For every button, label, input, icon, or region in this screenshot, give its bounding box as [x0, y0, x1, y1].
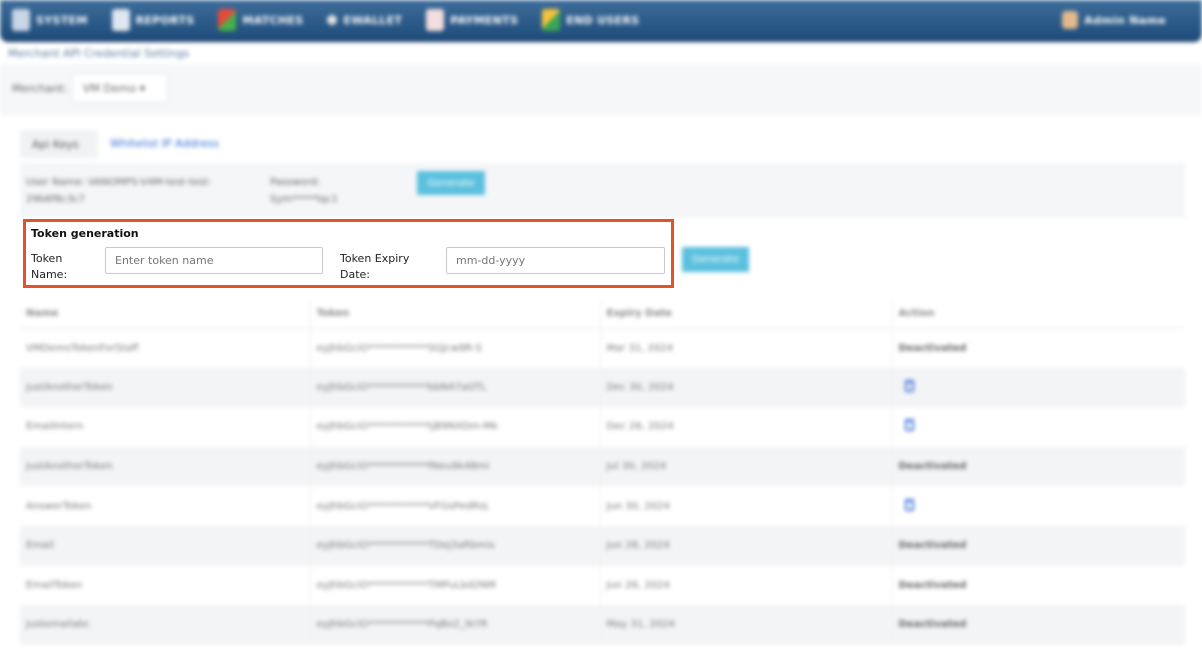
matches-icon — [218, 9, 237, 31]
nav-matches[interactable]: MATCHES — [206, 0, 315, 41]
table-row: Email eyJhbGciO************TDeJ3aRbmis J… — [20, 525, 1185, 566]
merchant-select[interactable]: VM Demo ▾ — [72, 73, 168, 103]
credentials-generate-button[interactable]: Generate — [417, 171, 485, 195]
token-expiry-label: Token Expiry Date: — [340, 252, 410, 281]
nav-label: SYSTEM — [36, 13, 88, 27]
credential-username: User Name: VANOMPS-V4M-test-test- 29b6f8… — [26, 174, 266, 208]
username-line-1: User Name: VANOMPS-V4M-test-test- — [26, 177, 212, 188]
table-row: EmailIntern eyJhbGciO************tjB9NXD… — [20, 407, 1185, 447]
nav-label: MATCHES — [242, 13, 304, 27]
table-row: Justemailabc eyJhbGciO************PqBo2_… — [20, 605, 1185, 645]
page-title: Merchant API Credential Settings — [8, 47, 190, 60]
user-menu[interactable]: Admin Name — [1050, 0, 1178, 41]
cell-token: eyJhbGciO************VFGsPedRsL — [309, 486, 600, 526]
delete-icon[interactable] — [904, 498, 914, 511]
nav-ewallet[interactable]: EWALLET — [315, 0, 414, 41]
table-header-row: Name Token Expiry Date Action — [20, 300, 1185, 329]
table-row: EmailToken eyJhbGciO************TMPuLbd2… — [20, 565, 1185, 606]
chevron-down-icon: ▾ — [139, 82, 146, 95]
table-row: VMDemoTokenForStaff eyJhbGciO***********… — [20, 328, 1185, 368]
cell-expiry: Mar 31, 2024 — [599, 328, 892, 368]
cell-name: EmailIntern — [26, 421, 84, 433]
header-token: Token — [309, 300, 600, 329]
nav-reports[interactable]: REPORTS — [100, 0, 207, 41]
cell-name: VMDemoTokenForStaff — [26, 342, 139, 354]
merchant-select-value: VM Demo — [83, 82, 137, 95]
cell-expiry: Jun 28, 2024 — [599, 525, 892, 566]
cell-action-status: Deactivated — [891, 565, 1185, 606]
cell-name: AnswerToken — [26, 500, 92, 512]
delete-icon[interactable] — [904, 379, 914, 392]
cell-name: JustAnotherToken — [20, 446, 310, 487]
cell-token: eyJhbGciO************TMPuLbd2NM — [309, 565, 600, 606]
nav-label: PAYMENTS — [450, 13, 519, 27]
cell-action — [891, 486, 1185, 526]
cell-expiry: Jun 30, 2024 — [599, 486, 892, 526]
nav-label: REPORTS — [135, 13, 195, 27]
nav-end-users[interactable]: END USERS — [530, 0, 651, 41]
cell-action-status: Deactivated — [891, 328, 1185, 368]
cell-token: eyJhbGciO************SGJcw8R-S — [309, 328, 600, 368]
table-row: JustAnotherToken eyJhbGciO************fN… — [20, 446, 1185, 487]
cell-expiry: May 31, 2024 — [599, 605, 892, 645]
nav-payments[interactable]: PAYMENTS — [414, 0, 530, 41]
system-icon — [12, 9, 30, 31]
top-nav: SYSTEM REPORTS MATCHES EWALLET PAYMENTS … — [0, 0, 1202, 42]
avatar-icon — [1062, 11, 1079, 29]
merchant-label: Merchant: — [12, 82, 68, 95]
header-action: Action — [891, 300, 1185, 329]
cell-expiry: Dec 26, 2024 — [599, 407, 892, 447]
ewallet-icon — [327, 15, 338, 25]
header-name: Name — [20, 300, 310, 329]
tab-api-keys[interactable]: Api Keys — [20, 130, 98, 158]
user-name: Admin Name — [1084, 13, 1166, 27]
end-users-icon — [542, 9, 561, 31]
reports-icon — [111, 9, 130, 31]
payments-icon — [426, 9, 445, 31]
token-table: Name Token Expiry Date Action VMDemoToke… — [20, 300, 1185, 645]
header-expiry: Expiry Date — [599, 300, 892, 329]
cell-token: eyJhbGciO************fNeu9k4Bmi — [309, 446, 600, 487]
cell-token: eyJhbGciO************tjB9NXDm-Mk — [309, 407, 600, 447]
tab-whitelist-ip[interactable]: Whitelist IP Address — [110, 137, 219, 150]
cell-action — [891, 407, 1185, 447]
merchant-bar — [0, 64, 1202, 116]
cell-name: Justemailabc — [20, 605, 310, 645]
token-generation-heading: Token generation — [31, 227, 139, 240]
cell-action-status: Deactivated — [891, 446, 1185, 487]
cell-name: JustAnotherToken — [20, 367, 310, 408]
generate-token-button[interactable]: Generate — [682, 247, 749, 272]
token-name-label: Token Name: — [31, 252, 68, 281]
cell-action-status: Deactivated — [891, 525, 1185, 566]
table-row: AnswerToken eyJhbGciO************VFGsPed… — [20, 486, 1185, 526]
cell-expiry: Dec 30, 2024 — [599, 367, 892, 408]
cell-expiry: Jun 26, 2024 — [599, 565, 892, 606]
credential-password: Password: Sym*****lqc1 — [270, 174, 390, 208]
password-label: Password: — [270, 177, 321, 188]
username-line-2: 29b6f8c3c7 — [26, 194, 86, 205]
cell-action-status: Deactivated — [891, 605, 1185, 645]
nav-system[interactable]: SYSTEM — [0, 0, 100, 41]
table-row: JustAnotherToken eyJhbGciO************bb… — [20, 367, 1185, 408]
token-name-input[interactable] — [105, 247, 323, 274]
cell-action — [891, 367, 1185, 408]
cell-token: eyJhbGciO************bbN47aGTL — [309, 367, 600, 408]
token-expiry-date-input[interactable] — [446, 247, 665, 274]
password-value: Sym*****lqc1 — [270, 194, 338, 205]
nav-label: EWALLET — [343, 13, 403, 27]
cell-token: eyJhbGciO************PqBo2_tkYR — [309, 605, 600, 645]
delete-icon[interactable] — [904, 419, 914, 432]
cell-name: EmailToken — [26, 579, 83, 591]
cell-token: eyJhbGciO************TDeJ3aRbmis — [309, 525, 600, 566]
cell-expiry: Jul 30, 2024 — [599, 446, 892, 487]
cell-name: Email — [20, 525, 310, 566]
nav-label: END USERS — [566, 13, 640, 27]
